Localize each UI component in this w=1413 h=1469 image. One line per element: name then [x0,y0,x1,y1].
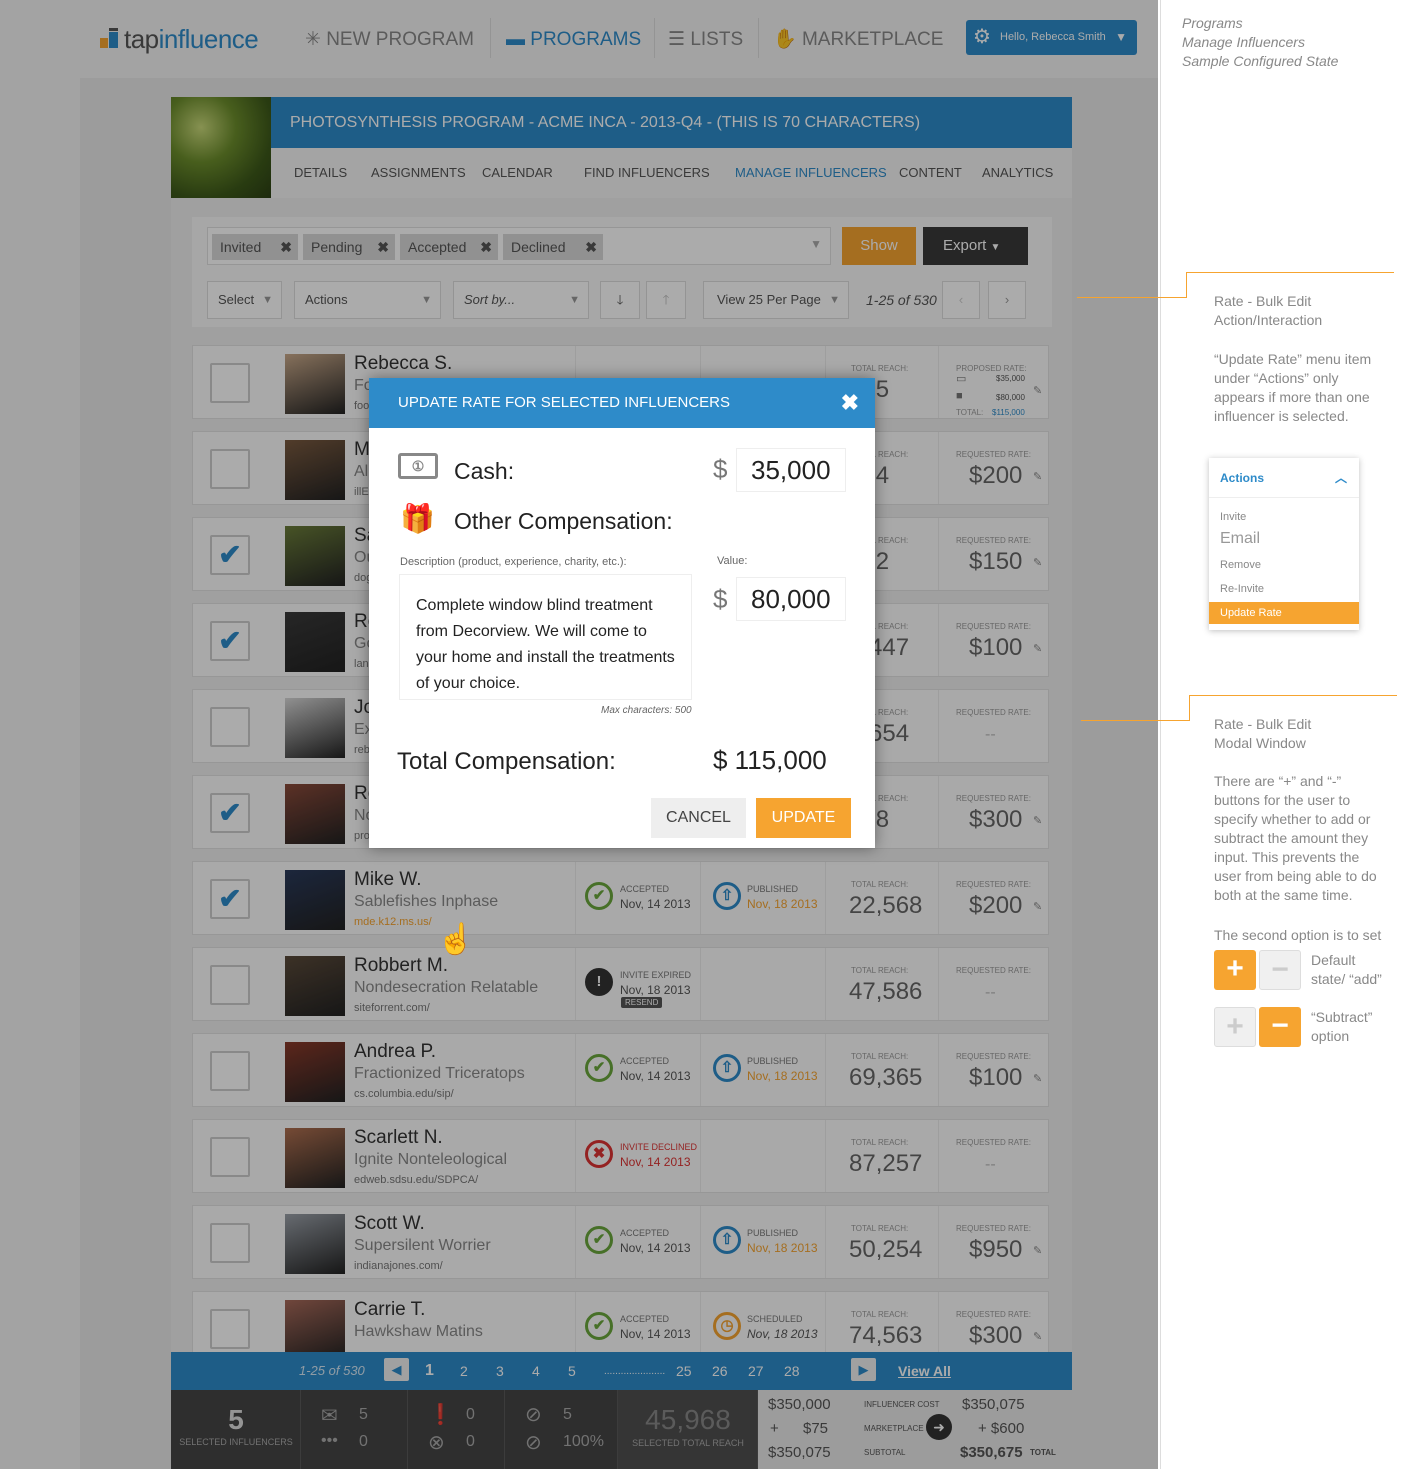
cash-input[interactable]: 35,000 [736,448,846,492]
cancel-button[interactable]: CANCEL [651,798,746,838]
update-button[interactable]: UPDATE [756,798,851,838]
modal-note-body: There are “+” and “-” buttons for the use… [1214,773,1377,903]
description-textarea[interactable]: Complete window blind treatment from Dec… [399,574,692,700]
notes-header: Programs Manage Influencers Sample Configu… [1182,15,1339,69]
gift-icon: 🎁 [400,503,435,534]
hand-cursor-icon: ☝ [437,923,475,956]
minus-icon: − [1259,950,1301,990]
total-compensation-label: Total Compensation: [397,748,616,775]
plus-icon: + [1214,1007,1256,1047]
max-characters-hint: Max characters: 500 [601,705,692,716]
chevron-up-icon: ︿ [1334,471,1347,485]
close-icon[interactable]: ✖ [841,378,859,428]
action-note-body: “Update Rate” menu item under “Actions” o… [1214,351,1372,424]
annotation-panel: Programs Manage Influencers Sample Configu… [1077,0,1413,1469]
update-rate-modal: UPDATE RATE FOR SELECTED INFLUENCERS ✖ ① … [369,378,875,848]
modal-title: UPDATE RATE FOR SELECTED INFLUENCERS ✖ [369,378,875,428]
cash-label: Cash: [454,458,515,484]
other-value-input[interactable]: 80,000 [736,577,846,621]
total-compensation-value: $ 115,000 [713,745,827,775]
minus-icon: − [1259,1007,1301,1047]
action-note-title: Rate - Bulk Edit Action/Interaction [1214,293,1323,328]
actions-dropdown-example: Actions ︿ Invite Email Remove Re-Invite U… [1209,458,1359,630]
other-compensation-label: Other Compensation: [454,508,673,534]
app-window: tapinfluence ✳ NEW PROGRAM ▬ PROGRAMS ☰ … [0,0,1158,1469]
plus-icon: + [1214,950,1256,990]
cash-icon: ① [398,453,438,479]
modal-note-title: Rate - Bulk Edit Modal Window [1214,716,1312,751]
